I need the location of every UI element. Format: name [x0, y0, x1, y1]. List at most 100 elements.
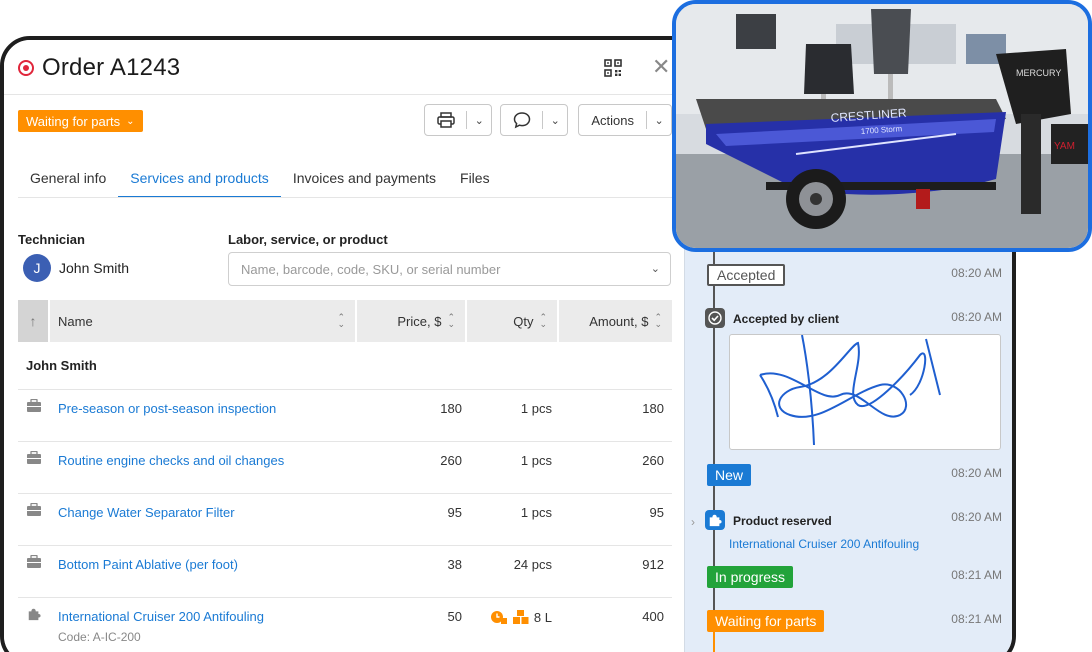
column-qty[interactable]: Qty ⌃ ⌄ [467, 300, 559, 342]
chevron-down-icon[interactable]: ⌄ [651, 262, 660, 275]
column-name[interactable]: Name ⌃ ⌄ [50, 300, 357, 342]
row-qty-value: 24 pcs [513, 557, 552, 572]
row-qty: 1 pcs [521, 453, 552, 468]
sort-icon: ⌃ ⌄ [539, 312, 547, 329]
timeline-event-title: Accepted by client [733, 312, 840, 326]
tab-invoices-and-payments[interactable]: Invoices and payments [281, 164, 448, 198]
tab-services-and-products[interactable]: Services and products [118, 164, 281, 198]
row-name-link[interactable]: International Cruiser 200 Antifouling [58, 609, 264, 624]
briefcase-icon [27, 503, 41, 516]
actions-button[interactable]: Actions ⌄ [578, 104, 672, 136]
qr-code-icon[interactable] [604, 59, 622, 77]
sort-up-icon[interactable]: ↑ [18, 300, 50, 342]
search-placeholder: Name, barcode, code, SKU, or serial numb… [241, 261, 501, 277]
row-name-link[interactable]: Routine engine checks and oil changes [58, 453, 284, 468]
row-qty: 1 pcs [521, 401, 552, 416]
table-row[interactable]: Pre-season or post-season inspection 180… [18, 390, 672, 442]
page-title: Order A1243 [42, 54, 181, 81]
boat-photo-image: CRESTLINER 1700 Storm MERCURY YAM [676, 4, 1088, 248]
table-row[interactable]: International Cruiser 200 Antifouling Co… [18, 598, 672, 652]
tab-files[interactable]: Files [448, 164, 502, 198]
search-label: Labor, service, or product [228, 232, 388, 247]
status-chip-waiting-for-parts: Waiting for parts [707, 610, 825, 632]
column-amount[interactable]: Amount, $ ⌃ ⌄ [559, 300, 672, 342]
table-row[interactable]: Change Water Separator Filter 95 1 pcs 9… [18, 494, 672, 546]
timeline-event-link[interactable]: International Cruiser 200 Antifouling [729, 537, 919, 551]
row-qty: 8 L [490, 609, 552, 625]
column-name-label: Name [58, 313, 93, 329]
table-row[interactable]: Routine engine checks and oil changes 26… [18, 442, 672, 494]
tab-bar: General info Services and products Invoi… [18, 164, 502, 198]
check-icon [705, 308, 725, 328]
row-name-link[interactable]: Bottom Paint Ablative (per foot) [58, 557, 238, 572]
column-price-label: Price, $ [397, 313, 442, 329]
sort-icon: ⌃ ⌄ [654, 312, 662, 329]
actions-label: Actions [591, 112, 634, 128]
timeline-time: 08:20 AM [951, 266, 1002, 280]
signature-drawing [759, 334, 941, 446]
puzzle-icon [705, 510, 725, 530]
row-amount: 912 [642, 557, 664, 572]
sort-icon: ⌃ ⌄ [447, 312, 455, 329]
timeline-event-title: Product reserved [733, 514, 832, 528]
row-qty-value: 1 pcs [520, 453, 552, 468]
boxes-icon [512, 610, 529, 624]
status-chip-new: New [707, 464, 752, 486]
row-price: 38 [447, 557, 462, 572]
chevron-down-icon[interactable]: ⌄ [467, 105, 491, 135]
row-qty-value: 1 pcs [520, 505, 552, 520]
row-qty: 24 pcs [514, 557, 552, 572]
row-amount: 400 [642, 609, 664, 624]
print-button[interactable]: ⌄ [424, 104, 492, 136]
status-chip-in-progress: In progress [707, 566, 794, 588]
message-button[interactable]: ⌄ [500, 104, 568, 136]
tab-general-info[interactable]: General info [18, 164, 118, 198]
chevron-down-icon[interactable]: ⌄ [543, 105, 567, 135]
chevron-down-icon: ⌄ [126, 115, 135, 127]
chevron-down-icon[interactable]: ⌄ [647, 105, 671, 135]
technician-label: Technician [18, 232, 85, 247]
close-icon[interactable]: ✕ [652, 56, 670, 78]
status-dropdown[interactable]: Waiting for parts ⌄ [18, 110, 143, 132]
order-header: Order A1243 [18, 54, 180, 82]
row-amount: 95 [649, 505, 664, 520]
row-code: Code: A-IC-200 [58, 630, 141, 644]
technician-name[interactable]: John Smith [59, 260, 129, 276]
column-price[interactable]: Price, $ ⌃ ⌄ [357, 300, 467, 342]
printer-icon [425, 105, 466, 135]
briefcase-icon [27, 399, 41, 412]
timeline-time: 08:20 AM [951, 510, 1002, 524]
chat-bubble-icon [501, 105, 542, 135]
row-amount: 260 [642, 453, 664, 468]
timeline-line-active [713, 630, 715, 652]
boat-photo: CRESTLINER 1700 Storm MERCURY YAM [672, 0, 1092, 252]
row-price: 260 [440, 453, 462, 468]
timeline-time: 08:21 AM [951, 568, 1002, 582]
motor-brand-2-text: YAM [1054, 141, 1075, 152]
briefcase-icon [27, 555, 41, 568]
clock-box-icon [490, 611, 507, 624]
row-price: 50 [447, 609, 462, 624]
header-divider [4, 94, 684, 95]
row-price: 180 [440, 401, 462, 416]
column-qty-label: Qty [513, 313, 534, 329]
puzzle-icon [28, 608, 41, 621]
order-main-panel: Order A1243 ✕ Waiting for parts ⌄ ⌄ ⌄ Ac… [4, 40, 684, 652]
motor-brand-text: MERCURY [1016, 68, 1061, 78]
row-qty-value: 1 pcs [520, 401, 552, 416]
search-input[interactable]: Name, barcode, code, SKU, or serial numb… [228, 252, 671, 286]
table-header: ↑ Name ⌃ ⌄ Price, $ ⌃ ⌄ Qty ⌃ ⌄ Amount, $ ⌃… [18, 300, 672, 342]
timeline-time: 08:20 AM [951, 310, 1002, 324]
row-qty-value: 8 L [533, 609, 552, 625]
target-icon [18, 60, 34, 76]
briefcase-icon [27, 451, 41, 464]
table-group-row: John Smith [18, 342, 672, 390]
timeline-time: 08:20 AM [951, 466, 1002, 480]
client-signature [729, 334, 1001, 450]
row-name-link[interactable]: Pre-season or post-season inspection [58, 401, 276, 416]
chevron-right-icon[interactable]: › [691, 515, 695, 529]
sort-icon: ⌃ ⌄ [337, 312, 345, 329]
row-name-link[interactable]: Change Water Separator Filter [58, 505, 235, 520]
row-price: 95 [447, 505, 462, 520]
table-row[interactable]: Bottom Paint Ablative (per foot) 38 24 p… [18, 546, 672, 598]
